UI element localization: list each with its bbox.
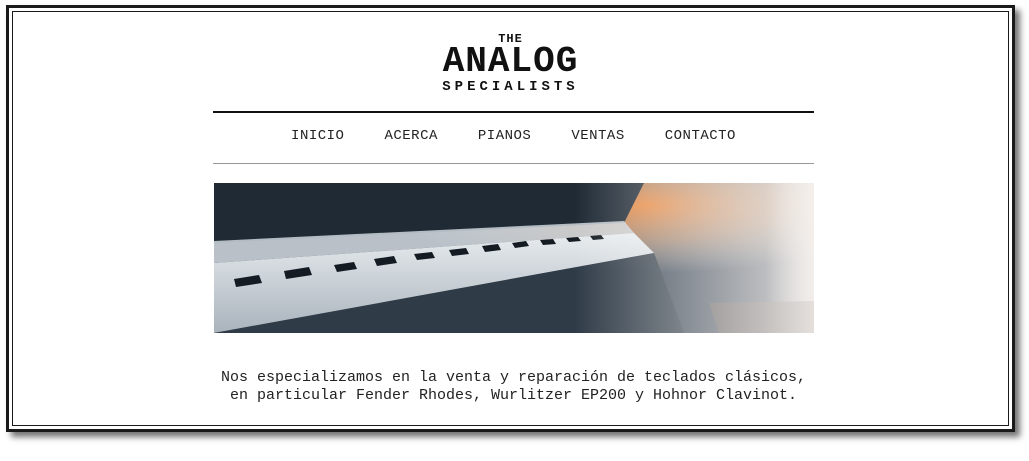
intro-caption: Nos especializamos en la venta y reparac…	[220, 369, 807, 404]
nav-item-acerca[interactable]: ACERCA	[384, 128, 437, 144]
hero-image	[214, 183, 814, 333]
logo-sub: SPECIALISTS	[442, 79, 579, 95]
main-nav: INICIO ACERCA PIANOS VENTAS CONTACTO	[213, 128, 814, 144]
nav-item-ventas[interactable]: VENTAS	[571, 128, 624, 144]
piano-keys-illustration	[214, 183, 814, 333]
nav-bottom-divider	[213, 163, 814, 164]
logo-main: ANALOG	[442, 41, 579, 82]
nav-top-divider	[213, 111, 814, 113]
nav-item-contacto[interactable]: CONTACTO	[665, 128, 736, 144]
nav-item-pianos[interactable]: PIANOS	[478, 128, 531, 144]
page-frame: THE ANALOG SPECIALISTS INICIO ACERCA PIA…	[6, 5, 1015, 432]
site-logo[interactable]: THE ANALOG SPECIALISTS	[9, 33, 1012, 94]
nav-item-inicio[interactable]: INICIO	[291, 128, 344, 144]
